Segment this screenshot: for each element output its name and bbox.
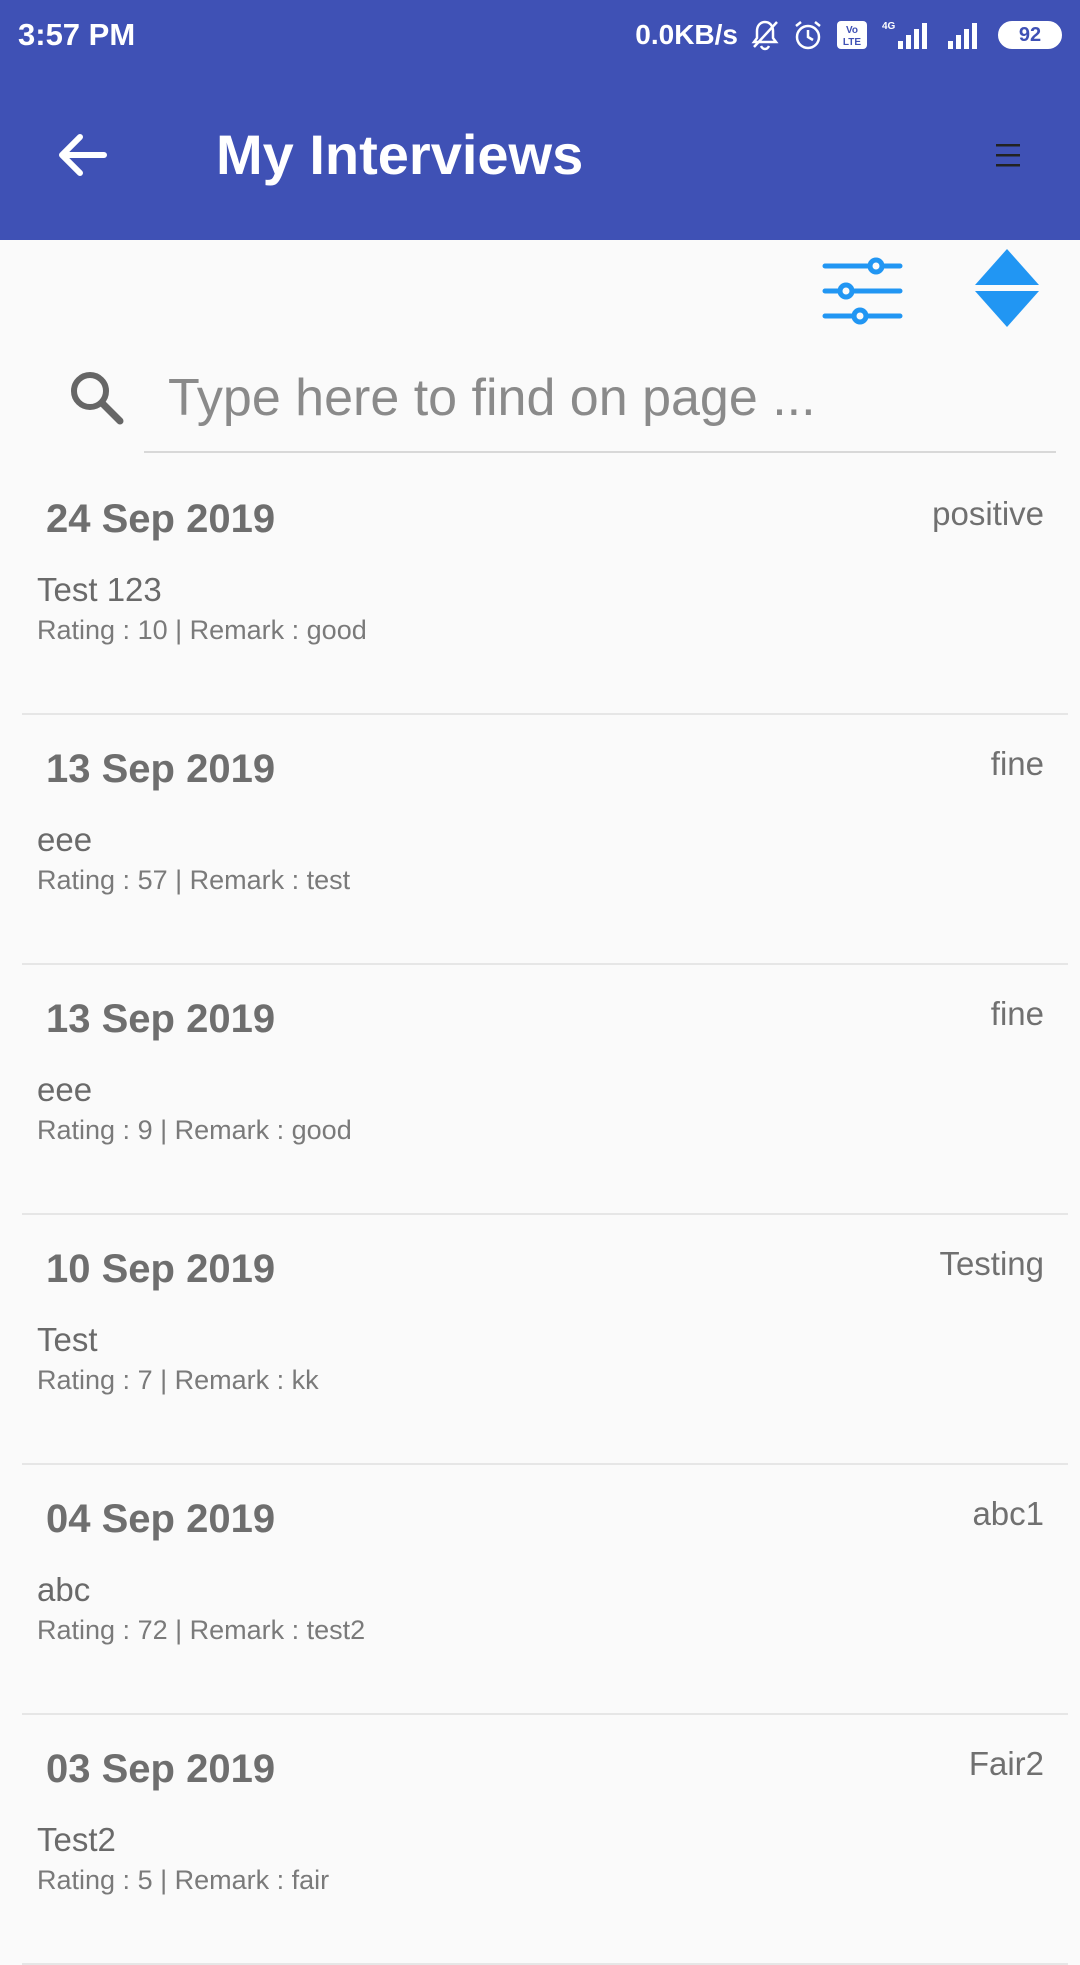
- network-speed: 0.0KB/s: [635, 19, 738, 50]
- svg-text:4G: 4G: [882, 21, 896, 32]
- list-item[interactable]: 13 Sep 2019 fine eee Rating : 9 | Remark…: [22, 965, 1068, 1215]
- list-item[interactable]: 10 Sep 2019 Testing Test Rating : 7 | Re…: [22, 1215, 1068, 1465]
- app-bar: My Interviews: [0, 70, 1080, 240]
- search-bar: [0, 345, 1080, 455]
- menu-icon[interactable]: [990, 140, 1026, 170]
- rating-value: 57: [137, 865, 168, 895]
- interview-date: 10 Sep 2019: [46, 1247, 276, 1291]
- interview-meta: Rating : 57 | Remark : test: [37, 865, 350, 896]
- svg-text:Vo: Vo: [846, 25, 858, 36]
- list-toolbar: [0, 245, 1080, 335]
- interview-tag: positive: [932, 495, 1044, 532]
- rating-value: 7: [137, 1365, 153, 1395]
- filter-sliders-icon[interactable]: [820, 251, 906, 331]
- remark-label: | Remark :: [167, 865, 307, 895]
- interview-tag: fine: [990, 745, 1044, 782]
- interview-date: 03 Sep 2019: [46, 1747, 276, 1791]
- back-arrow-icon[interactable]: [52, 125, 112, 185]
- interview-date: 13 Sep 2019: [46, 997, 276, 1041]
- interview-tag: Fair2: [968, 1745, 1044, 1782]
- remark-label: | Remark :: [167, 1615, 307, 1645]
- search-icon: [66, 367, 126, 427]
- battery-icon: 92: [998, 21, 1062, 49]
- page-title: My Interviews: [216, 123, 584, 186]
- remark-label: | Remark :: [152, 1865, 292, 1895]
- interview-tag: fine: [990, 995, 1044, 1032]
- interview-date: 24 Sep 2019: [46, 497, 276, 541]
- rating-label: Rating :: [37, 1865, 138, 1895]
- interview-name: Test2: [37, 1821, 116, 1858]
- interview-name: eee: [37, 1071, 93, 1108]
- interview-tag: abc1: [972, 1495, 1044, 1532]
- battery-level: 92: [1018, 23, 1042, 46]
- remark-label: | Remark :: [152, 1365, 292, 1395]
- status-bar: 3:57 PM 0.0KB/s Vo LTE 4G 92: [0, 0, 1080, 70]
- rating-label: Rating :: [37, 1365, 138, 1395]
- search-input[interactable]: [144, 345, 1056, 453]
- rating-value: 9: [137, 1115, 153, 1145]
- list-item[interactable]: 24 Sep 2019 positive Test 123 Rating : 1…: [22, 465, 1068, 715]
- volte-icon: Vo LTE: [836, 20, 868, 50]
- remark-value: good: [306, 615, 367, 645]
- remark-label: | Remark :: [167, 615, 307, 645]
- rating-label: Rating :: [37, 865, 138, 895]
- signal-4g-icon: 4G: [880, 19, 934, 51]
- interview-list: 24 Sep 2019 positive Test 123 Rating : 1…: [0, 465, 1080, 1965]
- interview-meta: Rating : 9 | Remark : good: [37, 1115, 352, 1146]
- svg-text:LTE: LTE: [843, 37, 861, 48]
- rating-label: Rating :: [37, 1615, 138, 1645]
- interview-name: Test 123: [37, 571, 162, 608]
- interview-date: 13 Sep 2019: [46, 747, 276, 791]
- interview-tag: Testing: [939, 1245, 1044, 1282]
- interview-meta: Rating : 5 | Remark : fair: [37, 1865, 329, 1896]
- list-item[interactable]: 03 Sep 2019 Fair2 Test2 Rating : 5 | Rem…: [22, 1715, 1068, 1965]
- interview-meta: Rating : 10 | Remark : good: [37, 615, 367, 646]
- alarm-icon: [792, 19, 824, 51]
- rating-label: Rating :: [37, 1115, 138, 1145]
- remark-value: test: [306, 865, 351, 895]
- rating-value: 5: [137, 1865, 153, 1895]
- remark-value: fair: [291, 1865, 330, 1895]
- status-icons: 0.0KB/s Vo LTE 4G 92: [635, 19, 1062, 51]
- rating-value: 10: [137, 615, 168, 645]
- list-item[interactable]: 04 Sep 2019 abc1 abc Rating : 72 | Remar…: [22, 1465, 1068, 1715]
- interview-name: eee: [37, 821, 93, 858]
- rating-value: 72: [137, 1615, 168, 1645]
- remark-value: good: [291, 1115, 352, 1145]
- remark-value: test2: [306, 1615, 366, 1645]
- sort-icon[interactable]: [972, 245, 1042, 331]
- interview-date: 04 Sep 2019: [46, 1497, 276, 1541]
- list-item[interactable]: 13 Sep 2019 fine eee Rating : 57 | Remar…: [22, 715, 1068, 965]
- remark-value: kk: [291, 1365, 319, 1395]
- interview-name: abc: [37, 1571, 91, 1608]
- interview-meta: Rating : 7 | Remark : kk: [37, 1365, 319, 1396]
- status-time: 3:57 PM: [18, 17, 136, 52]
- signal-icon: [946, 19, 986, 51]
- mute-bell-icon: [750, 19, 780, 51]
- rating-label: Rating :: [37, 615, 138, 645]
- interview-meta: Rating : 72 | Remark : test2: [37, 1615, 365, 1646]
- remark-label: | Remark :: [152, 1115, 292, 1145]
- interview-name: Test: [37, 1321, 98, 1358]
